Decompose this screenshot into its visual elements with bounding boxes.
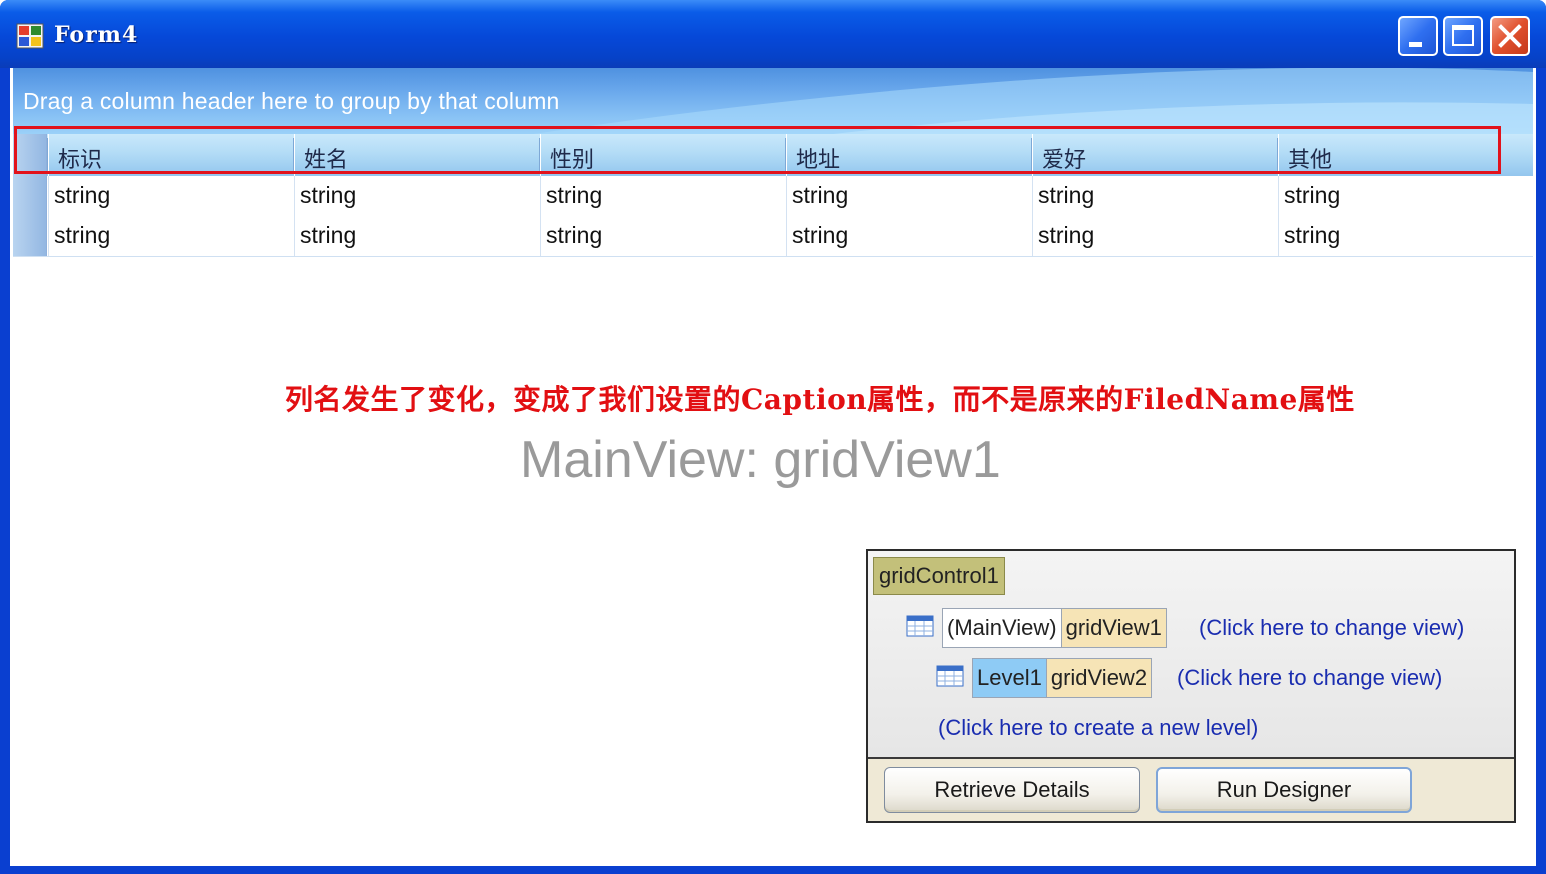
form-client-area: Drag a column header here to group by th… bbox=[10, 68, 1536, 866]
table-row[interactable]: string string string string string strin… bbox=[13, 176, 1533, 217]
table-cell[interactable]: string bbox=[1032, 216, 1278, 256]
maximize-button[interactable] bbox=[1443, 16, 1483, 56]
main-view-caption: MainView: gridView1 bbox=[520, 431, 1001, 489]
minimize-icon bbox=[1409, 42, 1422, 47]
table-cell[interactable]: string bbox=[540, 216, 786, 256]
table-cell[interactable]: string bbox=[1278, 216, 1533, 256]
table-row[interactable]: string string string string string strin… bbox=[13, 216, 1533, 257]
main-view-node[interactable]: (MainView) gridView1 bbox=[942, 608, 1167, 648]
level1-node[interactable]: Level1 gridView2 bbox=[972, 658, 1153, 698]
level-designer-panel: gridControl1 (MainView) gridView1 (Click… bbox=[866, 549, 1516, 823]
level-tree: gridControl1 (MainView) gridView1 (Click… bbox=[868, 551, 1514, 759]
table-cell[interactable]: string bbox=[786, 216, 1032, 256]
app-icon[interactable] bbox=[16, 22, 44, 50]
grid-view-icon bbox=[936, 665, 964, 687]
row-indicator[interactable] bbox=[13, 176, 47, 216]
table-cell[interactable]: string bbox=[48, 176, 294, 216]
maximize-icon bbox=[1452, 25, 1474, 46]
table-cell[interactable]: string bbox=[1278, 176, 1533, 216]
table-cell[interactable]: string bbox=[294, 176, 540, 216]
designer-button-bar: Retrieve Details Run Designer bbox=[868, 759, 1514, 821]
table-cell[interactable]: string bbox=[1032, 176, 1278, 216]
change-level1-view-link[interactable]: (Click here to change view) bbox=[1177, 665, 1442, 691]
level1-label: Level1 bbox=[973, 659, 1047, 697]
minimize-button[interactable] bbox=[1398, 16, 1438, 56]
close-icon bbox=[1498, 24, 1522, 48]
group-by-panel[interactable]: Drag a column header here to group by th… bbox=[13, 68, 1533, 134]
form-window: Form4 Drag a column header here to group… bbox=[0, 0, 1546, 874]
retrieve-details-button[interactable]: Retrieve Details bbox=[884, 767, 1140, 813]
change-main-view-link[interactable]: (Click here to change view) bbox=[1199, 615, 1464, 641]
main-view-name[interactable]: gridView1 bbox=[1061, 609, 1166, 647]
level1-view-name[interactable]: gridView2 bbox=[1046, 659, 1152, 697]
create-new-level-link[interactable]: (Click here to create a new level) bbox=[938, 715, 1258, 741]
grid-control-node[interactable]: gridControl1 bbox=[873, 557, 1005, 595]
table-cell[interactable]: string bbox=[786, 176, 1032, 216]
table-cell[interactable]: string bbox=[294, 216, 540, 256]
grid-view-icon bbox=[906, 615, 934, 637]
window-title: Form4 bbox=[54, 22, 139, 48]
annotation-text: 列名发生了变化，变成了我们设置的Caption属性，而不是原来的FiledNam… bbox=[285, 383, 1355, 416]
run-designer-button[interactable]: Run Designer bbox=[1156, 767, 1412, 813]
main-view-label: (MainView) bbox=[943, 609, 1062, 647]
table-cell[interactable]: string bbox=[540, 176, 786, 216]
title-bar[interactable]: Form4 bbox=[0, 0, 1546, 68]
header-highlight-box bbox=[14, 126, 1501, 174]
table-cell[interactable]: string bbox=[48, 216, 294, 256]
row-indicator[interactable] bbox=[13, 216, 47, 256]
close-button[interactable] bbox=[1490, 16, 1530, 56]
group-panel-hint: Drag a column header here to group by th… bbox=[23, 88, 560, 114]
